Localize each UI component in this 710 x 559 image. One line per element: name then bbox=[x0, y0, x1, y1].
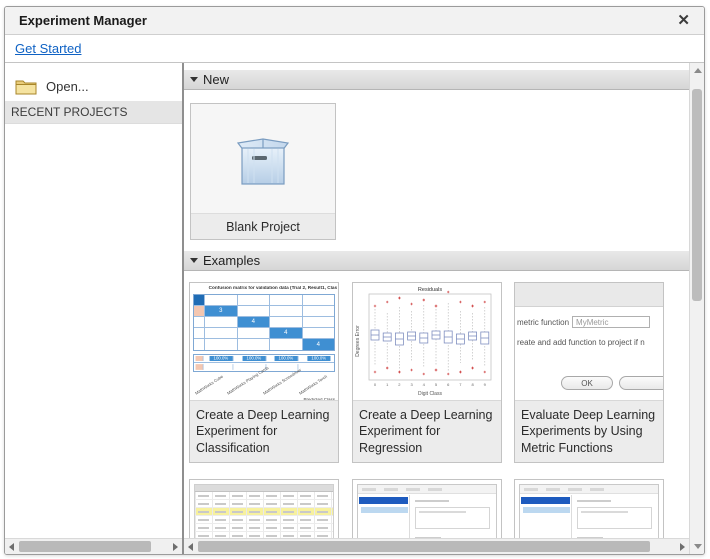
right-hscroll-thumb[interactable] bbox=[198, 541, 650, 552]
blank-project-label: Blank Project bbox=[191, 213, 335, 239]
example-title: Create a Deep Learning Experiment for Cl… bbox=[190, 400, 338, 462]
collapse-triangle-icon bbox=[190, 77, 198, 82]
scroll-right-icon[interactable] bbox=[173, 543, 178, 551]
confusion-matrix-grid: 3 4 4 4 bbox=[193, 294, 335, 351]
recent-projects-label: RECENT PROJECTS bbox=[11, 105, 128, 119]
close-icon[interactable]: ✕ bbox=[677, 13, 690, 28]
left-hscroll-thumb[interactable] bbox=[19, 541, 151, 552]
app-window-thumbnail bbox=[519, 484, 659, 538]
left-panel: Open... RECENT PROJECTS bbox=[5, 63, 184, 554]
open-label: Open... bbox=[46, 78, 89, 94]
section-examples-header[interactable]: Examples bbox=[184, 251, 689, 271]
boxplot-thumbnail: Residuals Degrees Error Digit Class 0 1 2 3… bbox=[353, 283, 501, 400]
section-examples-label: Examples bbox=[203, 253, 261, 268]
svg-text:2: 2 bbox=[398, 382, 401, 387]
scroll-left-icon[interactable] bbox=[9, 543, 14, 551]
metric-function-label: metric function bbox=[517, 317, 570, 327]
confusion-matrix-title: Confusion matrix for validation data (Tr… bbox=[208, 286, 338, 291]
vscroll-thumb[interactable] bbox=[692, 89, 702, 301]
right-panel: New Blank Project Examples Confusion mat… bbox=[184, 63, 704, 554]
example-title: Evaluate Deep Learning Experiments by Us… bbox=[515, 400, 663, 462]
example-tile-row2-3[interactable] bbox=[514, 479, 664, 538]
svg-text:4: 4 bbox=[423, 382, 426, 387]
boxplot-chart: Residuals Degrees Error Digit Class 0 1 2 3… bbox=[355, 287, 492, 397]
get-started-row: Get Started bbox=[5, 35, 704, 63]
ok-button: OK bbox=[561, 376, 613, 390]
example-tile-classification[interactable]: Confusion matrix for validation data (Tr… bbox=[189, 282, 339, 463]
svg-text:Residuals: Residuals bbox=[418, 287, 442, 293]
section-new-label: New bbox=[203, 72, 230, 87]
recent-projects-list bbox=[5, 124, 182, 538]
svg-text:6: 6 bbox=[447, 382, 450, 387]
right-horizontal-scrollbar[interactable] bbox=[184, 538, 689, 554]
example-tile-metric-functions[interactable]: metric function MyMetric reate and add f… bbox=[514, 282, 664, 463]
scroll-right-icon[interactable] bbox=[680, 543, 685, 551]
svg-text:1: 1 bbox=[386, 382, 389, 387]
example-tile-row2-1[interactable] bbox=[189, 479, 339, 538]
recent-projects-header: RECENT PROJECTS bbox=[5, 101, 182, 124]
window-title: Experiment Manager bbox=[19, 13, 147, 28]
svg-text:3: 3 bbox=[410, 382, 413, 387]
get-started-link[interactable]: Get Started bbox=[15, 41, 81, 56]
templates-scroll-area: New Blank Project Examples Confusion mat… bbox=[184, 63, 689, 538]
open-project-button[interactable]: Open... bbox=[5, 63, 182, 101]
confusion-matrix-xaxis-label: Predicted Class bbox=[229, 398, 335, 400]
folder-icon bbox=[15, 80, 37, 94]
svg-text:9: 9 bbox=[484, 382, 487, 387]
scroll-down-icon[interactable] bbox=[694, 544, 702, 549]
svg-text:0: 0 bbox=[374, 382, 377, 387]
results-table-thumbnail bbox=[194, 484, 334, 538]
left-horizontal-scrollbar[interactable] bbox=[5, 538, 182, 554]
app-window-thumbnail bbox=[357, 484, 497, 538]
title-bar: Experiment Manager ✕ bbox=[5, 7, 704, 35]
confusion-matrix-xlabels: MathWorks Cube MathWorks Playing Cards M… bbox=[194, 366, 329, 396]
experiment-manager-dialog: Experiment Manager ✕ Get Started Open...… bbox=[4, 6, 705, 555]
example-tile-regression[interactable]: Residuals Degrees Error Digit Class 0 1 2 3… bbox=[352, 282, 502, 463]
svg-text:5: 5 bbox=[435, 382, 438, 387]
svg-text:7: 7 bbox=[459, 382, 462, 387]
collapse-triangle-icon bbox=[190, 258, 198, 263]
svg-text:8: 8 bbox=[471, 382, 474, 387]
metric-dialog-note: reate and add function to project if n bbox=[517, 338, 645, 347]
metric-dialog-header bbox=[515, 283, 663, 307]
content-column: New Blank Project Examples Confusion mat… bbox=[184, 63, 689, 554]
blank-project-art bbox=[191, 104, 335, 213]
box-icon bbox=[236, 137, 290, 185]
metric-function-input: MyMetric bbox=[572, 316, 651, 328]
blank-project-tile[interactable]: Blank Project bbox=[190, 103, 336, 240]
main-area: Open... RECENT PROJECTS New Blank Projec… bbox=[5, 63, 704, 554]
svg-text:Digit Class: Digit Class bbox=[418, 391, 442, 397]
screen: Experiment Manager ✕ Get Started Open...… bbox=[0, 0, 710, 559]
scroll-up-icon[interactable] bbox=[694, 68, 702, 73]
example-title: Create a Deep Learning Experiment for Re… bbox=[353, 400, 501, 462]
vertical-scrollbar[interactable] bbox=[689, 63, 704, 554]
scroll-left-icon[interactable] bbox=[188, 543, 193, 551]
section-new-header[interactable]: New bbox=[184, 70, 689, 90]
svg-text:Degrees Error: Degrees Error bbox=[355, 325, 361, 357]
metric-dialog-thumbnail: metric function MyMetric reate and add f… bbox=[515, 283, 663, 400]
confusion-matrix-thumbnail: Confusion matrix for validation data (Tr… bbox=[190, 283, 338, 400]
example-tile-row2-2[interactable] bbox=[352, 479, 502, 538]
cancel-button-partial bbox=[619, 376, 663, 390]
